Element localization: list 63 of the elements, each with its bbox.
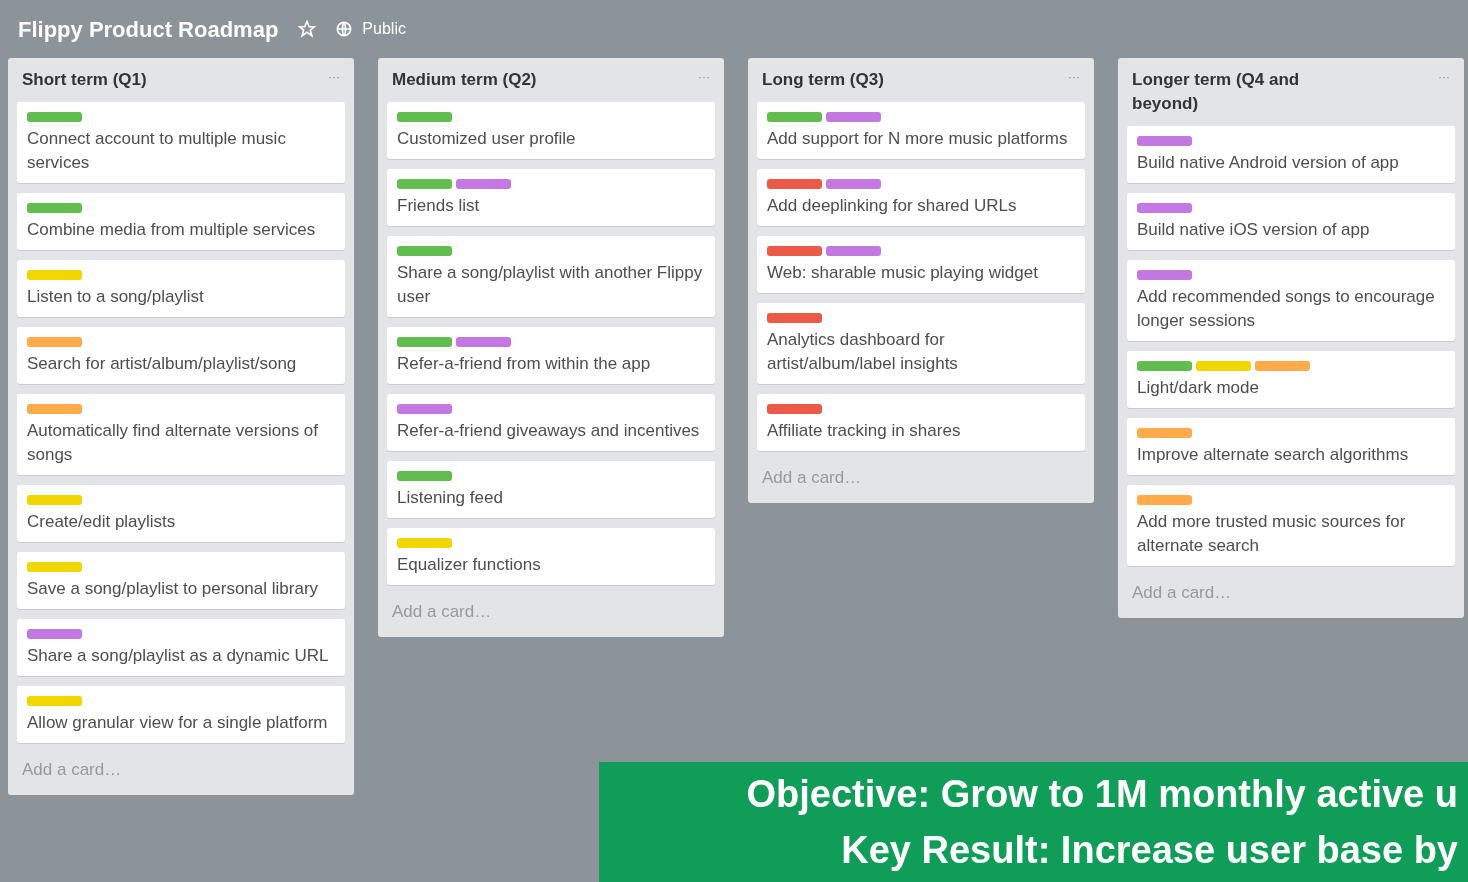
card-text: Search for artist/album/playlist/song xyxy=(27,353,298,375)
card[interactable]: Add recommended songs to encourage longer sessions xyxy=(1127,260,1455,341)
card[interactable]: Share a song/playlist as a dynamic URL xyxy=(17,619,345,676)
card-text: Listening feed xyxy=(397,487,504,509)
card[interactable]: Customized user profile xyxy=(387,102,715,159)
card-text: Equalizer functions xyxy=(397,554,542,576)
card-text: Add more trusted music sources for alternate search xyxy=(1137,511,1407,557)
board-title: Flippy Product Roadmap xyxy=(18,15,279,44)
card[interactable]: Add deeplinking for shared URLs xyxy=(757,169,1085,226)
globe-icon xyxy=(336,21,353,37)
card[interactable]: Automatically find alternate versions of songs xyxy=(17,394,345,475)
card-text: Analytics dashboard for artist/album/label insights xyxy=(767,329,959,375)
card-text: Add recommended songs to encourage longer sessions xyxy=(1137,286,1436,332)
card[interactable]: Friends list xyxy=(387,169,715,226)
card-text: Add deeplinking for shared URLs xyxy=(767,195,1018,217)
card-text: Create/edit playlists xyxy=(27,511,177,533)
banner-text: Key Result: Increase user base by xyxy=(841,828,1458,873)
card-text: Customized user profile xyxy=(397,128,577,150)
card[interactable]: Refer-a-friend from within the app xyxy=(387,327,715,384)
card[interactable]: Add support for N more music platforms xyxy=(757,102,1085,159)
card[interactable]: Equalizer functions xyxy=(387,528,715,585)
card[interactable]: Build native Android version of app xyxy=(1127,126,1455,183)
card-text: Automatically find alternate versions of songs xyxy=(27,420,320,466)
card[interactable]: Create/edit playlists xyxy=(17,485,345,542)
card-text: Listen to a song/playlist xyxy=(27,286,205,308)
card[interactable]: Listening feed xyxy=(387,461,715,518)
card[interactable]: Web: sharable music playing widget xyxy=(757,236,1085,293)
card-text: Add support for N more music platforms xyxy=(767,128,1069,150)
star-icon[interactable] xyxy=(298,20,317,38)
card[interactable]: Improve alternate search algorithms xyxy=(1127,418,1455,475)
card-text: Build native Android version of app xyxy=(1137,152,1400,174)
list-title: Long term (Q3) xyxy=(762,69,885,91)
card[interactable]: Listen to a song/playlist xyxy=(17,260,345,317)
card[interactable]: Add more trusted music sources for alternate search xyxy=(1127,485,1455,566)
card[interactable]: Combine media from multiple services xyxy=(17,193,345,250)
card[interactable]: Save a song/playlist to personal library xyxy=(17,552,345,609)
card[interactable]: Allow granular view for a single platform xyxy=(17,686,345,743)
card[interactable]: Build native iOS version of app xyxy=(1127,193,1455,250)
card[interactable]: Analytics dashboard for artist/album/label insights xyxy=(757,303,1085,384)
card-text: Light/dark mode xyxy=(1137,377,1260,399)
card-text: Share a song/playlist with another Flippy user xyxy=(397,262,704,308)
card[interactable]: Refer-a-friend giveaways and incentives xyxy=(387,394,715,451)
list-title: Medium term (Q2) xyxy=(392,69,538,91)
card-text: Build native iOS version of app xyxy=(1137,219,1371,241)
card-text: Connect account to multiple music services xyxy=(27,128,287,174)
list-title: Short term (Q1) xyxy=(22,69,148,91)
list-title: Longer term (Q4 and beyond) xyxy=(1132,69,1301,115)
card[interactable]: Light/dark mode xyxy=(1127,351,1455,408)
card-text: Combine media from multiple services xyxy=(27,219,317,241)
card[interactable]: Affiliate tracking in shares xyxy=(757,394,1085,451)
card-text: Web: sharable music playing widget xyxy=(767,262,1039,284)
card[interactable]: Search for artist/album/playlist/song xyxy=(17,327,345,384)
card-text: Improve alternate search algorithms xyxy=(1137,444,1410,466)
banner-text: Objective: Grow to 1M monthly active u xyxy=(746,772,1458,817)
card-text: Refer-a-friend giveaways and incentives xyxy=(397,420,701,442)
card-text: Friends list xyxy=(397,195,481,217)
card-text: Refer-a-friend from within the app xyxy=(397,353,652,375)
card-text: Affiliate tracking in shares xyxy=(767,420,962,442)
card[interactable]: Connect account to multiple music services xyxy=(17,102,345,183)
card-text: Share a song/playlist as a dynamic URL xyxy=(27,645,330,667)
card-text: Save a song/playlist to personal library xyxy=(27,578,320,600)
card-text: Allow granular view for a single platform xyxy=(27,712,329,734)
card[interactable]: Share a song/playlist with another Flippy user xyxy=(387,236,715,317)
